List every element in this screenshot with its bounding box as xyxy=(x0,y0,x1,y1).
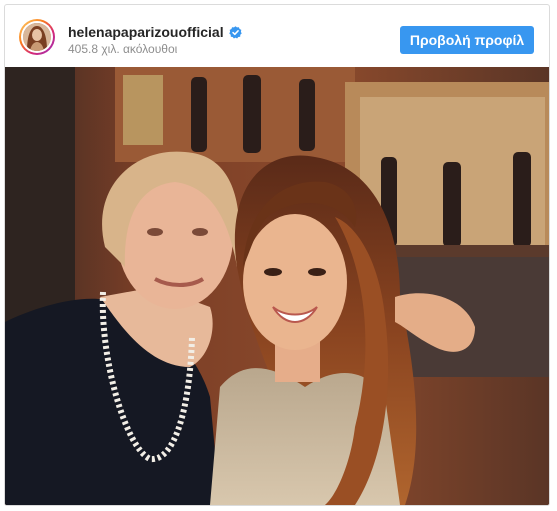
avatar-image xyxy=(23,23,51,51)
post-photo[interactable] xyxy=(5,67,549,505)
follower-count: 405.8 χιλ. ακόλουθοι xyxy=(68,42,178,56)
post-photo-illustration xyxy=(5,67,549,505)
verified-badge-icon xyxy=(228,25,242,39)
profile-avatar[interactable] xyxy=(19,19,55,55)
view-profile-button[interactable]: Προβολή προφίλ xyxy=(400,26,534,54)
username-link[interactable]: helenapaparizouofficial xyxy=(68,24,224,40)
instagram-embed-card: helenapaparizouofficial 405.8 χιλ. ακόλο… xyxy=(4,4,550,506)
username-row: helenapaparizouofficial xyxy=(68,23,242,41)
post-header: helenapaparizouofficial 405.8 χιλ. ακόλο… xyxy=(5,5,549,67)
